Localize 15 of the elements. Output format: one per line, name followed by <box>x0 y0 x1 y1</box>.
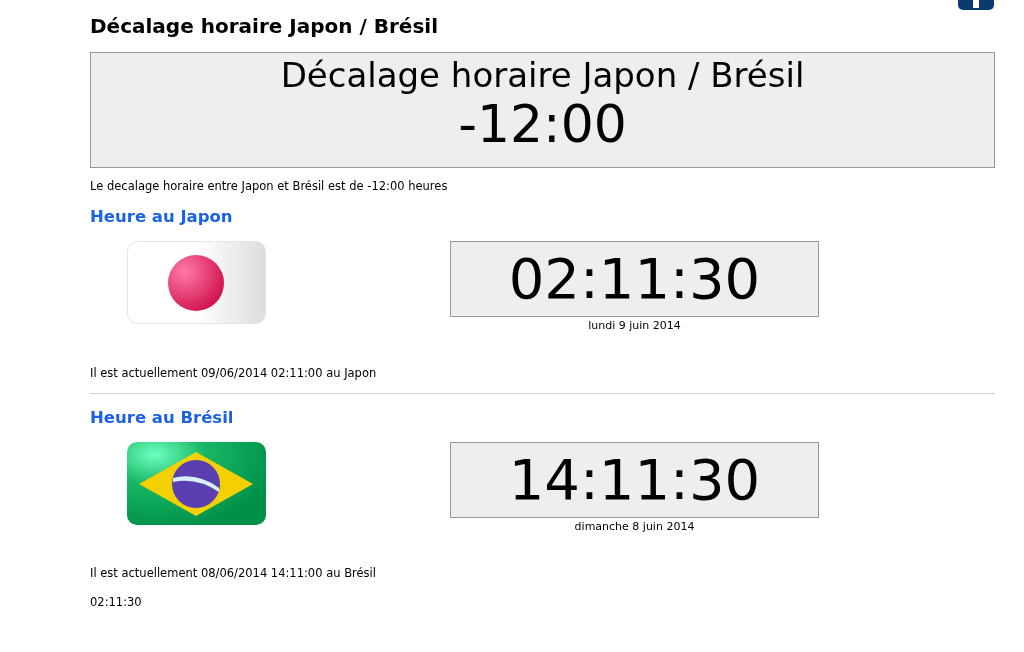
section-heading: Heure au Brésil <box>90 407 235 428</box>
footer-time: 02:11:30 <box>90 594 143 612</box>
summary-text: Le decalage horaire entre Japon et Brésil est de -12:00 heures <box>90 178 449 195</box>
banner-title: Décalage horaire Japon / Brésil <box>279 55 806 96</box>
current-time-text: Il est actuellement 08/06/2014 14:11:00 au Brésil <box>90 565 377 583</box>
section-heading: Heure au Japon <box>90 207 234 228</box>
flag-icon <box>127 241 266 325</box>
flag-icon <box>127 441 266 525</box>
clock-display: 02:11:30 <box>450 241 819 318</box>
clock-display: 14:11:30 <box>450 441 819 518</box>
page-title: Décalage horaire Japon / Brésil <box>90 14 440 38</box>
date-text: lundi 9 juin 2014 <box>587 318 682 335</box>
offset-value: -12:00 <box>457 95 627 153</box>
current-time-text: Il est actuellement 09/06/2014 02:11:00 au Japon <box>90 364 378 382</box>
date-text: dimanche 8 juin 2014 <box>573 518 696 535</box>
